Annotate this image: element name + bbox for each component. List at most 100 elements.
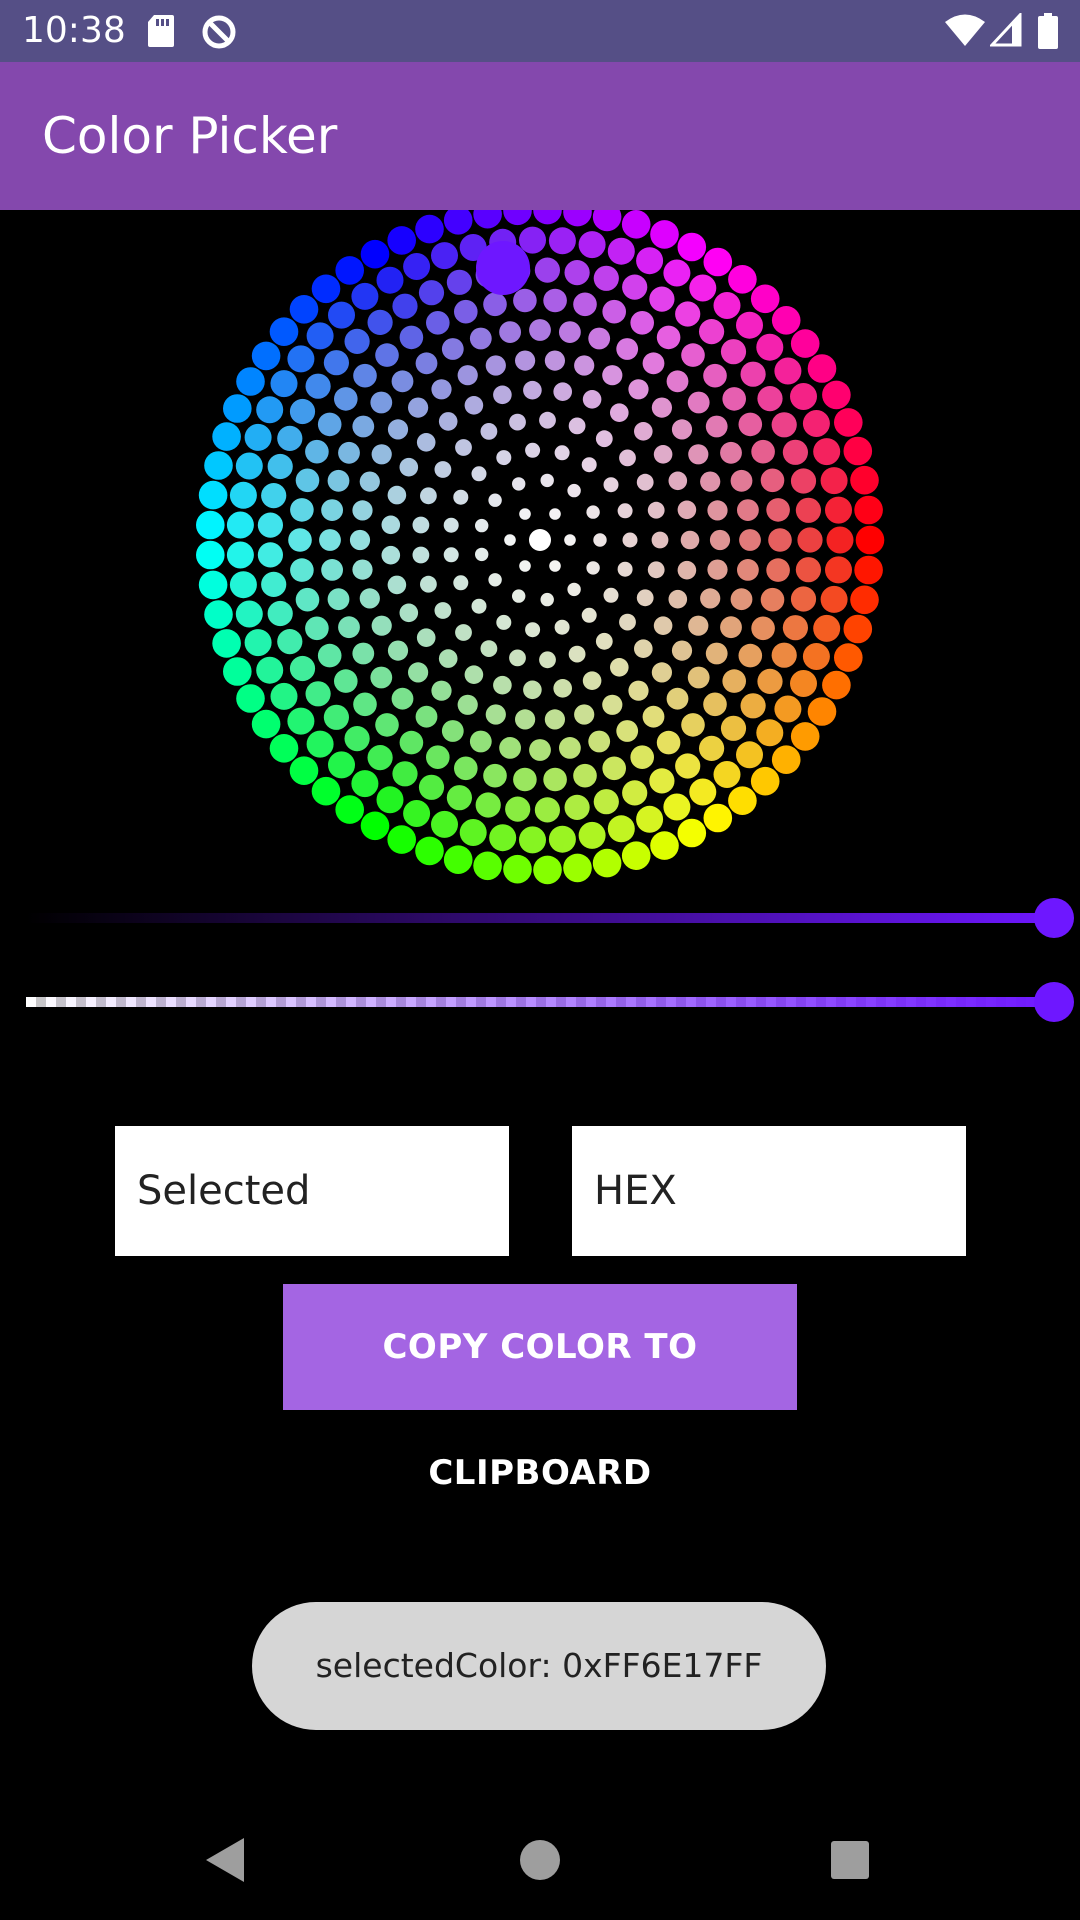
color-dot[interactable] — [595, 430, 613, 448]
color-dot[interactable] — [513, 288, 537, 313]
color-dot[interactable] — [636, 247, 664, 275]
color-dot[interactable] — [464, 665, 484, 684]
color-dot[interactable] — [647, 561, 665, 579]
color-dot[interactable] — [480, 423, 498, 440]
color-dot[interactable] — [568, 645, 586, 663]
color-dot[interactable] — [634, 422, 653, 441]
color-dot[interactable] — [543, 288, 567, 313]
color-dot[interactable] — [677, 560, 697, 580]
selected-color-indicator[interactable] — [476, 241, 530, 295]
color-dot[interactable] — [813, 438, 841, 466]
color-dot[interactable] — [277, 629, 303, 655]
color-dot[interactable] — [443, 845, 473, 874]
color-dot[interactable] — [533, 855, 562, 885]
color-dot[interactable] — [738, 412, 763, 437]
color-dot[interactable] — [261, 483, 287, 509]
color-dot[interactable] — [728, 265, 757, 294]
color-dot[interactable] — [760, 587, 785, 612]
color-dot[interactable] — [305, 681, 331, 707]
color-dot[interactable] — [630, 745, 654, 769]
color-dot[interactable] — [642, 705, 665, 728]
color-dot[interactable] — [539, 651, 556, 669]
color-dot[interactable] — [223, 657, 252, 686]
color-dot[interactable] — [441, 720, 464, 742]
color-dot[interactable] — [480, 640, 498, 657]
color-dot[interactable] — [485, 355, 506, 376]
color-dot[interactable] — [485, 704, 506, 725]
color-dot[interactable] — [689, 274, 717, 302]
color-dot[interactable] — [617, 561, 633, 577]
color-dot[interactable] — [649, 286, 675, 312]
color-dot[interactable] — [235, 600, 263, 628]
color-dot[interactable] — [586, 561, 600, 575]
color-dot[interactable] — [198, 480, 228, 510]
color-dot[interactable] — [813, 614, 841, 642]
color-dot[interactable] — [649, 768, 675, 794]
color-dot[interactable] — [543, 767, 567, 792]
color-dot[interactable] — [592, 848, 622, 878]
color-dot[interactable] — [548, 825, 576, 853]
color-dot[interactable] — [713, 761, 741, 788]
color-dot[interactable] — [563, 853, 592, 883]
color-dot[interactable] — [412, 546, 430, 564]
color-dot[interactable] — [473, 210, 502, 229]
color-dot[interactable] — [850, 585, 879, 615]
color-dot[interactable] — [513, 767, 537, 792]
color-dot[interactable] — [352, 559, 373, 580]
color-dot[interactable] — [544, 709, 566, 730]
color-dot[interactable] — [771, 642, 797, 668]
color-dot[interactable] — [256, 656, 284, 684]
color-dot[interactable] — [311, 776, 341, 806]
color-dot[interactable] — [457, 694, 478, 715]
color-dot[interactable] — [261, 571, 287, 597]
color-dot[interactable] — [267, 453, 293, 480]
color-dot[interactable] — [650, 831, 679, 860]
color-dot[interactable] — [327, 588, 350, 611]
color-dot[interactable] — [289, 295, 319, 324]
color-dot[interactable] — [367, 745, 393, 771]
color-dot[interactable] — [471, 598, 487, 614]
color-dot[interactable] — [226, 511, 254, 539]
color-dot[interactable] — [651, 397, 673, 418]
color-dot[interactable] — [533, 210, 562, 225]
color-dot[interactable] — [360, 811, 390, 841]
color-dot[interactable] — [554, 619, 570, 635]
color-dot[interactable] — [431, 810, 458, 838]
color-dot[interactable] — [454, 756, 478, 781]
color-dot[interactable] — [391, 370, 414, 393]
color-dot[interactable] — [603, 587, 619, 603]
color-dot[interactable] — [564, 794, 590, 821]
color-dot[interactable] — [323, 704, 349, 730]
color-dot[interactable] — [593, 789, 619, 815]
color-dot[interactable] — [288, 528, 312, 552]
color-dot[interactable] — [668, 471, 688, 491]
color-dot[interactable] — [687, 391, 710, 414]
color-dot[interactable] — [703, 692, 727, 717]
color-dot[interactable] — [736, 311, 763, 339]
color-dot[interactable] — [581, 457, 597, 473]
color-dot[interactable] — [338, 616, 360, 639]
color-dot[interactable] — [822, 380, 851, 410]
color-dot[interactable] — [554, 445, 570, 461]
color-dot[interactable] — [628, 680, 649, 701]
color-dot[interactable] — [687, 666, 710, 689]
color-dot[interactable] — [790, 722, 820, 751]
color-dot[interactable] — [573, 292, 597, 317]
color-dot[interactable] — [750, 766, 780, 796]
color-dot[interactable] — [621, 210, 651, 239]
color-dot[interactable] — [403, 253, 431, 280]
color-dot[interactable] — [807, 697, 837, 726]
color-dot[interactable] — [251, 709, 281, 739]
color-dot[interactable] — [420, 575, 437, 593]
color-dot[interactable] — [843, 436, 873, 466]
color-dot[interactable] — [403, 800, 431, 827]
back-icon[interactable] — [196, 1830, 256, 1890]
color-dot[interactable] — [475, 518, 489, 533]
color-dot[interactable] — [317, 643, 342, 668]
color-dot[interactable] — [488, 493, 502, 507]
color-dot[interactable] — [677, 818, 707, 848]
color-dot[interactable] — [709, 529, 731, 551]
color-dot[interactable] — [854, 495, 883, 525]
color-dot[interactable] — [795, 497, 822, 523]
color-dot[interactable] — [323, 350, 349, 376]
